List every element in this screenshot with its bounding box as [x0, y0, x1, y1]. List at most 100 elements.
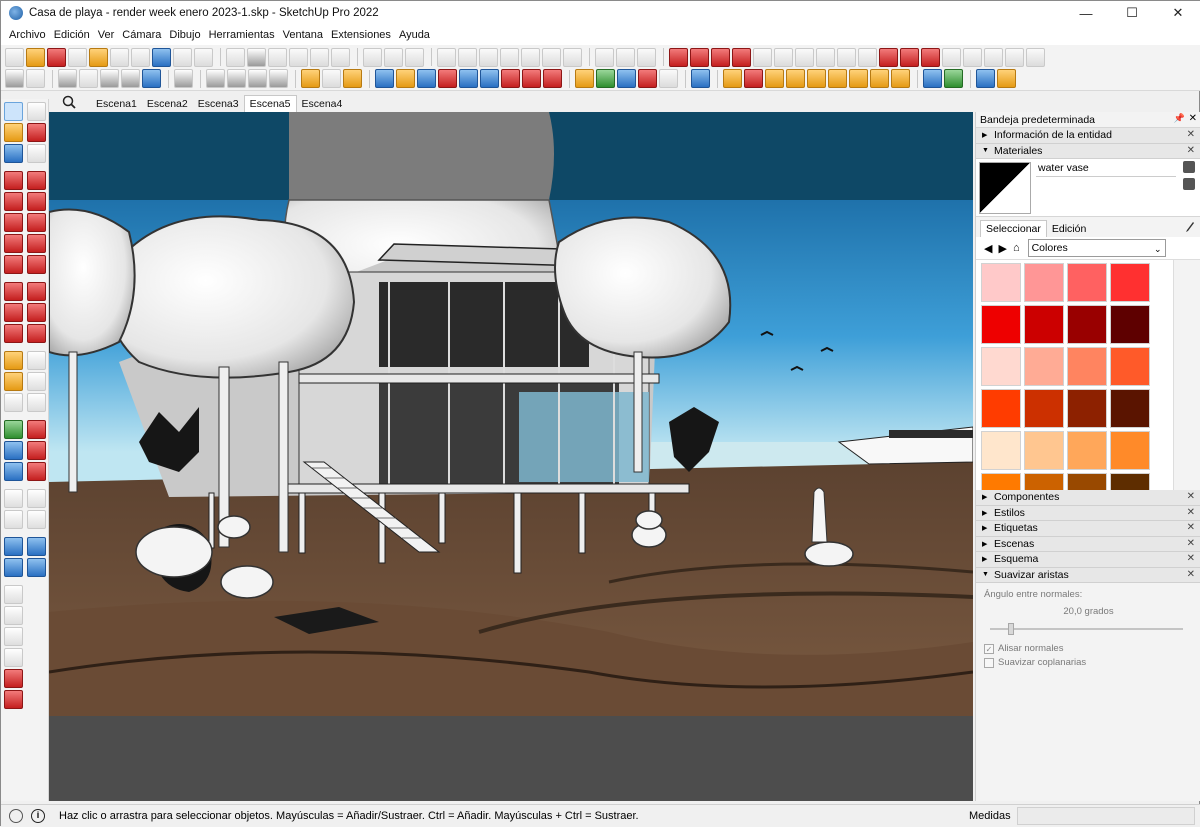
- scale-icon[interactable]: [459, 69, 478, 88]
- panel-styles[interactable]: ▶ Estilos ✕: [976, 505, 1200, 521]
- left-view-icon[interactable]: [858, 47, 877, 67]
- line-tool-icon[interactable]: [4, 171, 23, 190]
- smooth-normals-checkbox[interactable]: ✓ Alisar normales: [984, 643, 1193, 654]
- panel-outliner[interactable]: ▶ Esquema ✕: [976, 552, 1200, 568]
- scene-tab-escena2[interactable]: Escena2: [142, 96, 193, 112]
- front-view-icon[interactable]: [795, 47, 814, 67]
- follow-me-icon[interactable]: [227, 69, 246, 88]
- select-tool-icon[interactable]: [5, 47, 24, 67]
- sandbox-left-2-icon[interactable]: [27, 537, 46, 556]
- home-icon[interactable]: [4, 627, 23, 646]
- shape-3-icon[interactable]: [807, 69, 826, 88]
- section-plane-tool-icon[interactable]: [27, 510, 46, 529]
- rotate-icon[interactable]: [501, 69, 520, 88]
- color-swatch[interactable]: [1110, 431, 1150, 470]
- 3d-text-icon[interactable]: [27, 393, 46, 412]
- panel-close-icon[interactable]: ✕: [1187, 507, 1195, 518]
- panel-materials[interactable]: ▼ Materiales ✕: [976, 143, 1200, 159]
- back-arrow-icon[interactable]: ◀: [984, 242, 992, 255]
- menu-ventana[interactable]: Ventana: [279, 29, 327, 41]
- section-display-icon[interactable]: [363, 47, 382, 67]
- panel-entity-info[interactable]: ▶ Información de la entidad ✕: [976, 128, 1200, 144]
- dimension-tool-icon[interactable]: [152, 47, 171, 67]
- shape-7-icon[interactable]: [891, 69, 910, 88]
- explode-icon[interactable]: [638, 69, 657, 88]
- tag-tool-icon[interactable]: [27, 144, 46, 163]
- extension-warehouse-icon[interactable]: [637, 47, 656, 67]
- dimension-left-icon[interactable]: [27, 351, 46, 370]
- color-swatch[interactable]: [981, 263, 1021, 302]
- color-swatch[interactable]: [1024, 263, 1064, 302]
- solid-union-icon[interactable]: [268, 47, 287, 67]
- panel-tags[interactable]: ▶ Etiquetas ✕: [976, 521, 1200, 537]
- circle-tool-icon[interactable]: [4, 213, 23, 232]
- material-preview-swatch[interactable]: [979, 162, 1031, 214]
- color-swatch[interactable]: [1110, 347, 1150, 386]
- shape-6-icon[interactable]: [870, 69, 889, 88]
- warehouse-icon[interactable]: [595, 47, 614, 67]
- arc-tool-icon[interactable]: [669, 47, 688, 67]
- protractor-tool-icon[interactable]: [4, 372, 23, 391]
- home-materials-icon[interactable]: ⌂: [1013, 242, 1020, 254]
- section-fill-icon[interactable]: [384, 47, 403, 67]
- panel-scenes[interactable]: ▶ Escenas ✕: [976, 536, 1200, 552]
- flip-icon[interactable]: [438, 69, 457, 88]
- geolocation-icon[interactable]: [9, 809, 23, 823]
- note-icon[interactable]: [723, 69, 742, 88]
- swatch-scrollbar[interactable]: [1173, 260, 1200, 490]
- close-button[interactable]: ✕: [1155, 1, 1200, 25]
- collection-select[interactable]: Colores ⌄: [1027, 239, 1166, 257]
- scale-tool-icon[interactable]: [4, 324, 23, 343]
- arc-3pt-icon[interactable]: [711, 47, 730, 67]
- sandbox-detail-icon[interactable]: [542, 47, 561, 67]
- color-swatch[interactable]: [1024, 431, 1064, 470]
- axes-left-icon[interactable]: [4, 393, 23, 412]
- color-swatch[interactable]: [1110, 473, 1150, 490]
- panel-close-icon[interactable]: ✕: [1187, 553, 1195, 564]
- section-cut-icon[interactable]: [4, 669, 23, 688]
- color-swatch[interactable]: [1067, 389, 1107, 428]
- color-swatch[interactable]: [1110, 263, 1150, 302]
- extension-manager-icon[interactable]: [997, 69, 1016, 88]
- shaded-textures-icon[interactable]: [79, 69, 98, 88]
- panel-close-icon[interactable]: ✕: [1187, 522, 1195, 533]
- make-group-icon[interactable]: [659, 69, 678, 88]
- look-around-tool-icon[interactable]: [27, 489, 46, 508]
- create-material-icon[interactable]: [1183, 161, 1195, 173]
- color-swatch[interactable]: [1024, 305, 1064, 344]
- eraser-tool-icon[interactable]: [27, 123, 46, 142]
- scene-tab-escena3[interactable]: Escena3: [193, 96, 244, 112]
- top-view-icon[interactable]: [774, 47, 793, 67]
- rectangle-tool-icon[interactable]: [4, 192, 23, 211]
- panel-close-icon[interactable]: ✕: [1187, 569, 1195, 580]
- tray-2-icon[interactable]: [944, 69, 963, 88]
- sandbox-scratch-icon[interactable]: [458, 47, 477, 67]
- soften-coplanar-checkbox[interactable]: Suavizar coplanarias: [984, 657, 1193, 668]
- menu-archivo[interactable]: Archivo: [5, 29, 50, 41]
- color-swatch[interactable]: [1110, 305, 1150, 344]
- color-swatch[interactable]: [981, 473, 1021, 490]
- menu-extensiones[interactable]: Extensiones: [327, 29, 395, 41]
- solid-trim-icon[interactable]: [310, 47, 329, 67]
- panel-close-icon[interactable]: ✕: [1187, 538, 1195, 549]
- look-around-icon[interactable]: [900, 47, 919, 67]
- arc-left-icon[interactable]: [4, 234, 23, 253]
- bounds-x-icon[interactable]: [575, 69, 594, 88]
- sandbox-left-4-icon[interactable]: [27, 558, 46, 577]
- sandbox-left-3-icon[interactable]: [4, 558, 23, 577]
- section-plane-icon[interactable]: [173, 47, 192, 67]
- xray-style-icon[interactable]: [121, 69, 140, 88]
- previous-tool-icon[interactable]: [27, 462, 46, 481]
- sandbox-flip-icon[interactable]: [563, 47, 582, 67]
- tape-measure-tool-icon[interactable]: [4, 351, 23, 370]
- zoom-extents-tool-icon[interactable]: [4, 462, 23, 481]
- menu-ayuda[interactable]: Ayuda: [395, 29, 434, 41]
- paint-bucket-icon[interactable]: [26, 47, 45, 67]
- text-left-icon[interactable]: [27, 372, 46, 391]
- panel-close-icon[interactable]: ✕: [1187, 145, 1195, 156]
- pie-left-icon[interactable]: [27, 255, 46, 274]
- component-icon[interactable]: [226, 47, 245, 67]
- previous-view-icon[interactable]: [1005, 47, 1024, 67]
- orbit-tool-icon[interactable]: [4, 420, 23, 439]
- protractor-icon[interactable]: [89, 47, 108, 67]
